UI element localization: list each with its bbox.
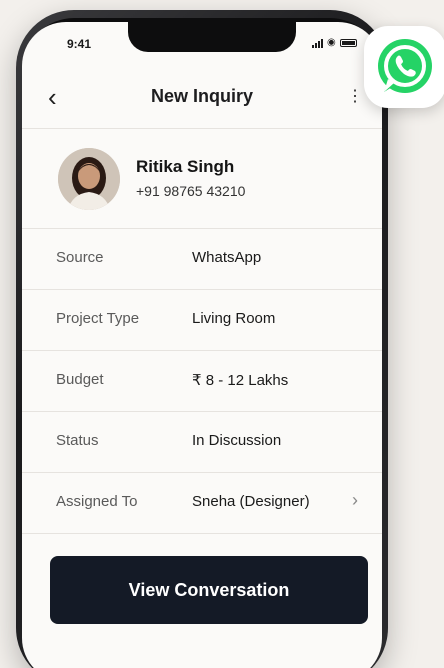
row-label: Budget [56, 371, 104, 388]
detail-row-status: Status In Discussion [22, 411, 382, 472]
status-time: 9:41 [67, 37, 92, 51]
divider [22, 533, 382, 534]
avatar-image [58, 148, 120, 210]
row-value: ₹ 8 - 12 Lakhs [192, 372, 289, 389]
chevron-right-icon: › [352, 490, 358, 510]
row-label: Assigned To [56, 493, 138, 510]
row-value: In Discussion [192, 432, 282, 449]
notch [128, 22, 296, 52]
view-conversation-button[interactable]: View Conversation [50, 556, 368, 624]
status-icons: ◉ [312, 38, 357, 48]
whatsapp-icon [378, 39, 432, 93]
row-label: Status [56, 432, 99, 449]
whatsapp-badge [364, 26, 444, 108]
app-screen: 9:41 ◉ ‹ New Inquiry ⋮ Ritika Singh +91 … [22, 22, 382, 668]
contact-phone: +91 98765 43210 [136, 183, 246, 199]
more-icon[interactable]: ⋮ [347, 86, 363, 106]
divider [22, 128, 382, 129]
detail-row-project-type: Project Type Living Room [22, 289, 382, 350]
row-value: WhatsApp [192, 249, 262, 266]
row-label: Source [56, 249, 104, 266]
avatar [58, 148, 120, 210]
row-label: Project Type [56, 310, 140, 327]
signal-icon [312, 38, 323, 48]
detail-row-budget: Budget ₹ 8 - 12 Lakhs [22, 350, 382, 411]
nav-bar: ‹ New Inquiry ⋮ [22, 78, 382, 118]
detail-row-source: Source WhatsApp [22, 228, 382, 289]
row-value: Sneha (Designer) [192, 493, 310, 510]
row-value: Living Room [192, 310, 276, 327]
contact-card: Ritika Singh +91 98765 43210 [58, 148, 358, 212]
detail-row-assigned-to[interactable]: Assigned To Sneha (Designer) › [22, 472, 382, 533]
wifi-icon: ◉ [327, 37, 336, 48]
page-title: New Inquiry [150, 86, 253, 106]
battery-icon [339, 39, 357, 47]
contact-name: Ritika Singh [136, 157, 235, 176]
